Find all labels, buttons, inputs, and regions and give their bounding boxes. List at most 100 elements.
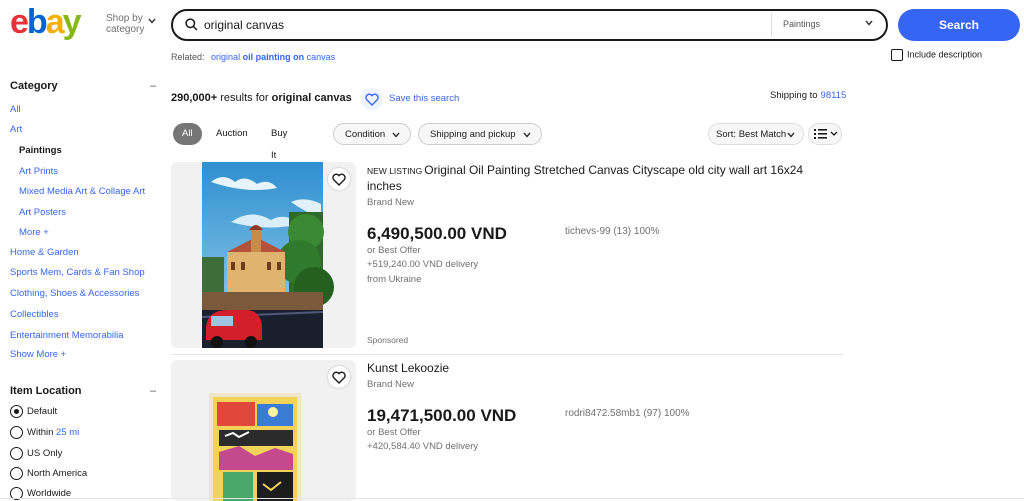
sidebar-item-paintings[interactable]: Paintings xyxy=(19,145,62,156)
ebay-logo[interactable]: ebay xyxy=(10,3,96,41)
radio-icon[interactable] xyxy=(10,447,23,460)
new-listing-badge: NEW LISTING xyxy=(367,166,423,176)
heart-icon xyxy=(332,173,346,186)
search-input[interactable]: original canvas xyxy=(204,18,284,32)
sidebar-item-collectibles[interactable]: Collectibles xyxy=(10,309,59,320)
related-link-bold: oil painting on xyxy=(242,52,305,62)
save-search-button[interactable] xyxy=(361,88,383,110)
item-title: Kunst Lekoozie xyxy=(367,361,450,375)
logo-letter-y: y xyxy=(63,4,82,40)
seller-info[interactable]: tichevs-99 (13) 100% xyxy=(565,226,660,237)
shipping-pickup-label: Shipping and pickup xyxy=(430,129,516,140)
item-divider xyxy=(171,354,843,355)
item-title-link[interactable]: Kunst Lekoozie xyxy=(367,361,817,376)
location-option-within[interactable]: Within 25 mi xyxy=(10,426,79,439)
location-label: US Only xyxy=(27,448,63,460)
results-query: original canvas xyxy=(271,92,352,104)
best-offer-text: or Best Offer xyxy=(367,427,421,438)
chevron-down-icon xyxy=(865,20,873,26)
shipping-pickup-filter[interactable]: Shipping and pickup xyxy=(418,123,542,145)
sidebar-item-mixed-media[interactable]: Mixed Media Art & Collage Art xyxy=(19,186,145,197)
location-option-north-america[interactable]: North America xyxy=(10,467,87,480)
location-label: Within xyxy=(27,427,54,439)
radio-icon[interactable] xyxy=(10,467,23,480)
collapse-icon[interactable]: – xyxy=(150,80,156,92)
shipping-to: Shipping to 98115 xyxy=(770,90,846,101)
radio-selected-icon[interactable] xyxy=(10,405,23,418)
sort-label: Sort: Best Match xyxy=(716,129,787,140)
heart-icon xyxy=(332,371,346,384)
shop-by-category[interactable]: Shop by category xyxy=(106,13,156,35)
sidebar-item-all[interactable]: All xyxy=(10,104,21,115)
results-mid-text: results for xyxy=(220,92,269,104)
sort-dropdown[interactable]: Sort: Best Match xyxy=(708,123,804,145)
save-search-link[interactable]: Save this search xyxy=(389,93,459,104)
sidebar-show-more[interactable]: Show More + xyxy=(10,349,66,360)
include-description-checkbox[interactable]: Include description xyxy=(891,49,982,61)
chevron-down-icon xyxy=(787,132,795,138)
related-link-post: canvas xyxy=(306,52,336,62)
shipping-to-label: Shipping to xyxy=(770,90,818,101)
view-toggle-button[interactable] xyxy=(808,123,842,145)
item-condition: Brand New xyxy=(367,379,414,390)
delivery-cost: +519,240.00 VND delivery xyxy=(367,259,479,270)
chevron-down-icon xyxy=(523,132,531,138)
include-description-label: Include description xyxy=(907,49,983,60)
checkbox-box[interactable] xyxy=(891,49,903,61)
tab-auction[interactable]: Auction xyxy=(207,123,257,145)
sidebar-item-art[interactable]: Art xyxy=(10,124,22,135)
sponsored-label: Sponsored xyxy=(367,335,409,345)
best-offer-text: or Best Offer xyxy=(367,245,421,256)
sidebar-item-sports-mem[interactable]: Sports Mem, Cards & Fan Shop xyxy=(10,267,145,278)
location-option-default[interactable]: Default xyxy=(10,405,57,418)
collapse-icon[interactable]: – xyxy=(150,385,156,397)
logo-letter-b: b xyxy=(27,4,47,40)
sidebar-item-art-posters[interactable]: Art Posters xyxy=(19,207,66,218)
sidebar-item-entertainment[interactable]: Entertainment Memorabilia xyxy=(10,330,124,341)
chevron-down-icon xyxy=(148,18,156,24)
seller-info[interactable]: rodri8472.58mb1 (97) 100% xyxy=(565,408,690,419)
sidebar-item-home-garden[interactable]: Home & Garden xyxy=(10,247,79,258)
within-distance-link[interactable]: 25 mi xyxy=(56,427,79,438)
zip-code-link[interactable]: 98115 xyxy=(821,90,847,101)
heart-icon xyxy=(365,93,379,106)
shop-by-line2: category xyxy=(106,24,145,35)
sidebar-item-art-prints[interactable]: Art Prints xyxy=(19,166,58,177)
search-icon xyxy=(185,18,198,31)
tab-buy-it-now[interactable]: Buy It Now xyxy=(262,123,299,183)
chevron-down-icon xyxy=(392,132,400,138)
item-image-cityscape[interactable] xyxy=(171,162,356,348)
delivery-cost: +420,584.40 VND delivery xyxy=(367,441,479,452)
search-bar[interactable]: original canvas Paintings xyxy=(171,9,888,41)
watch-item-button[interactable] xyxy=(328,168,350,190)
sidebar-item-clothing[interactable]: Clothing, Shoes & Accessories xyxy=(10,288,139,299)
related-label: Related: xyxy=(171,52,205,62)
related-searches: Related: original oil painting on canvas xyxy=(171,52,335,62)
category-heading[interactable]: Category – xyxy=(10,80,156,92)
item-origin: from Ukraine xyxy=(367,274,422,285)
search-category-select[interactable]: Paintings xyxy=(783,19,820,29)
condition-label: Condition xyxy=(345,129,386,140)
condition-filter[interactable]: Condition xyxy=(333,123,411,145)
results-count: 290,000+ results for original canvas xyxy=(171,92,352,104)
related-link[interactable]: original oil painting on canvas xyxy=(211,52,335,62)
category-heading-label: Category xyxy=(10,80,58,92)
item-location-heading-label: Item Location xyxy=(10,385,82,397)
item-title-link[interactable]: NEW LISTING Original Oil Painting Stretch… xyxy=(367,163,817,194)
location-label: North America xyxy=(27,468,88,480)
search-button[interactable]: Search xyxy=(898,9,1020,41)
results-number: 290,000+ xyxy=(171,92,218,104)
tab-all[interactable]: All xyxy=(173,123,202,145)
location-option-us-only[interactable]: US Only xyxy=(10,447,62,460)
item-condition: Brand New xyxy=(367,197,414,208)
item-location-heading[interactable]: Item Location – xyxy=(10,385,156,397)
sidebar-item-more[interactable]: More + xyxy=(19,227,49,238)
radio-icon[interactable] xyxy=(10,426,23,439)
page-bottom-border xyxy=(0,498,1024,499)
item-title: Original Oil Painting Stretched Canvas C… xyxy=(367,163,804,193)
watch-item-button[interactable] xyxy=(328,366,350,388)
svg-text:ebay: ebay xyxy=(10,4,82,40)
list-view-icon xyxy=(814,129,838,139)
location-label: Default xyxy=(27,406,58,418)
search-divider xyxy=(771,13,772,37)
